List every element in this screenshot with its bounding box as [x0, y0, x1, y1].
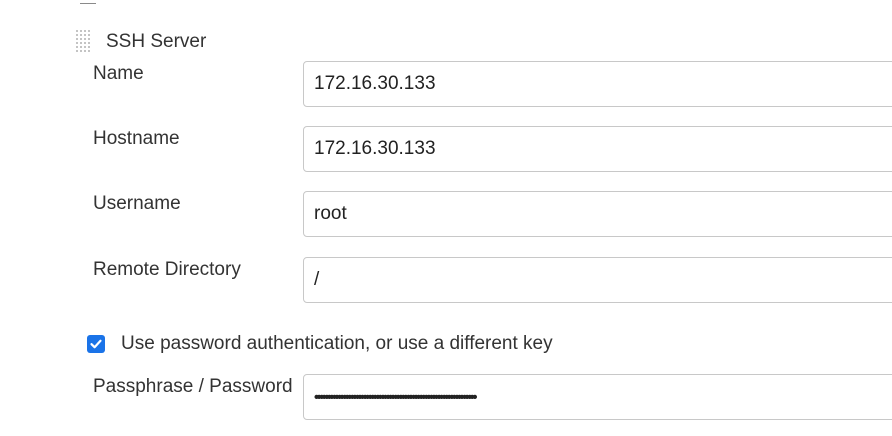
collapsed-checkbox-edge[interactable] — [80, 0, 96, 4]
ssh-server-header: SSH Server — [76, 30, 206, 54]
hostname-input[interactable]: 172.16.30.133 — [303, 126, 892, 172]
passphrase-masked-value: ••••••••••••••••••••••••••••••••••••••••… — [314, 388, 477, 406]
password-auth-checkbox[interactable] — [87, 335, 105, 353]
hostname-label: Hostname — [93, 128, 180, 149]
checkmark-icon — [90, 339, 102, 349]
username-input[interactable]: root — [303, 191, 892, 237]
password-auth-row: Use password authentication, or use a di… — [87, 333, 553, 355]
section-title: SSH Server — [106, 31, 207, 52]
name-label: Name — [93, 63, 144, 84]
remote-directory-label: Remote Directory — [93, 259, 241, 280]
username-value: root — [314, 203, 347, 224]
ssh-server-config-panel: SSH Server Name 172.16.30.133 Hostname 1… — [0, 0, 892, 436]
hostname-value: 172.16.30.133 — [314, 138, 436, 159]
password-auth-label[interactable]: Use password authentication, or use a di… — [121, 333, 553, 355]
passphrase-label: Passphrase / Password — [93, 376, 293, 397]
name-input[interactable]: 172.16.30.133 — [303, 61, 892, 107]
drag-handle-icon[interactable] — [76, 30, 94, 54]
username-label: Username — [93, 193, 181, 214]
name-value: 172.16.30.133 — [314, 73, 436, 94]
passphrase-input[interactable]: ••••••••••••••••••••••••••••••••••••••••… — [303, 374, 892, 420]
remote-directory-value: / — [314, 269, 320, 290]
remote-directory-input[interactable]: / — [303, 257, 892, 303]
